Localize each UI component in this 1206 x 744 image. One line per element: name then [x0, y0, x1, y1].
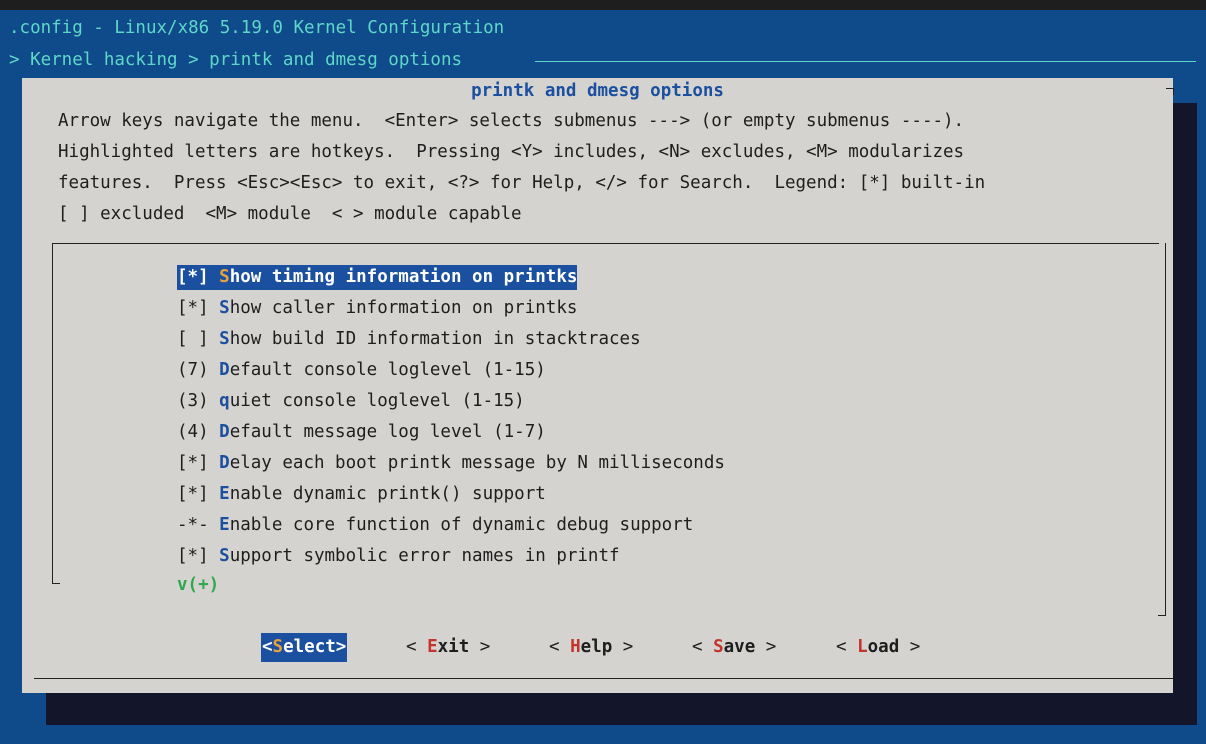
item-hotkey: D — [219, 453, 230, 473]
item-label: efault console loglevel (1-15) — [229, 360, 546, 380]
item-state: (7) — [177, 360, 220, 380]
dialog-shadow-bottom — [46, 693, 1197, 725]
item-label: nable core function of dynamic debug sup… — [229, 515, 694, 535]
item-state: (3) — [177, 391, 220, 411]
item-hotkey: E — [219, 515, 230, 535]
help-line-4: [ ] excluded <M> module < > module capab… — [58, 204, 522, 224]
menu-item-default-console-loglevel[interactable]: (7) Default console loglevel (1-15) — [177, 358, 546, 383]
menu-frame-top — [52, 243, 1159, 244]
item-state: (4) — [177, 422, 220, 442]
button-hotkey: S — [713, 637, 724, 657]
item-hotkey: S — [219, 329, 230, 349]
breadcrumb: > Kernel hacking > printk and dmesg opti… — [9, 50, 463, 70]
dialog-shadow-right — [1173, 103, 1197, 725]
help-line-1: Arrow keys navigate the menu. <Enter> se… — [58, 111, 965, 131]
item-hotkey: D — [219, 360, 230, 380]
item-label: elay each boot printk message by N milli… — [229, 453, 725, 473]
item-state: [*] — [177, 484, 220, 504]
item-hotkey: S — [219, 298, 230, 318]
menu-item-quiet-console-loglevel[interactable]: (3) quiet console loglevel (1-15) — [177, 389, 525, 414]
terminal-top-bar — [0, 0, 1206, 10]
load-button[interactable]: < Load > — [836, 633, 920, 662]
help-line-3: features. Press <Esc><Esc> to exit, <?> … — [58, 173, 986, 193]
breadcrumb-rule — [535, 61, 1196, 62]
button-separator — [34, 678, 1173, 679]
item-label: upport symbolic error names in printf — [229, 546, 620, 566]
item-label: how build ID information in stacktraces — [229, 329, 641, 349]
item-state: -*- — [177, 515, 220, 535]
save-button[interactable]: < Save > — [692, 633, 776, 662]
item-state: [ ] — [177, 329, 220, 349]
dialog-corner — [1166, 88, 1174, 95]
menu-item-show-build-id[interactable]: [ ] Show build ID information in stacktr… — [177, 327, 641, 352]
item-hotkey: S — [219, 267, 230, 287]
item-state: [*] — [177, 453, 220, 473]
menu-frame-left — [52, 243, 53, 583]
button-hotkey: S — [272, 637, 284, 657]
more-items-indicator: v(+) — [177, 575, 220, 595]
item-hotkey: D — [219, 422, 230, 442]
item-label: efault message log level (1-7) — [229, 422, 546, 442]
menu-frame-bottom-left — [52, 583, 60, 584]
menuconfig-dialog: printk and dmesg options Arrow keys navi… — [22, 78, 1174, 693]
menu-frame-bottom-right — [1158, 615, 1166, 616]
item-state: [*] — [177, 267, 220, 287]
dialog-title: printk and dmesg options — [471, 81, 724, 101]
button-hotkey: H — [570, 637, 581, 657]
menu-item-show-timing-info[interactable]: [*] Show timing information on printks — [177, 265, 578, 290]
item-hotkey: q — [219, 391, 230, 411]
item-state: [*] — [177, 298, 220, 318]
menu-item-show-caller-info[interactable]: [*] Show caller information on printks — [177, 296, 577, 321]
window-title: .config - Linux/x86 5.19.0 Kernel Config… — [9, 18, 505, 38]
button-hotkey: L — [857, 637, 868, 657]
exit-button[interactable]: < Exit > — [406, 633, 490, 662]
button-hotkey: E — [427, 637, 438, 657]
help-button[interactable]: < Help > — [549, 633, 633, 662]
help-line-2: Highlighted letters are hotkeys. Pressin… — [58, 142, 965, 162]
menu-item-symbolic-error-names[interactable]: [*] Support symbolic error names in prin… — [177, 544, 620, 569]
menu-item-dynamic-debug-core[interactable]: -*- Enable core function of dynamic debu… — [177, 513, 693, 538]
menu-item-boot-printk-delay[interactable]: [*] Delay each boot printk message by N … — [177, 451, 725, 476]
item-hotkey: E — [219, 484, 230, 504]
item-label: how caller information on printks — [229, 298, 578, 318]
item-label: how timing information on printks — [229, 267, 578, 287]
item-label: uiet console loglevel (1-15) — [229, 391, 525, 411]
item-state: [*] — [177, 546, 220, 566]
item-hotkey: S — [219, 546, 230, 566]
menu-item-dynamic-printk[interactable]: [*] Enable dynamic printk() support — [177, 482, 546, 507]
select-button[interactable]: <Select> — [261, 633, 348, 662]
menu-item-default-message-loglevel[interactable]: (4) Default message log level (1-7) — [177, 420, 546, 445]
item-label: nable dynamic printk() support — [229, 484, 546, 504]
menu-frame-right — [1165, 243, 1166, 615]
